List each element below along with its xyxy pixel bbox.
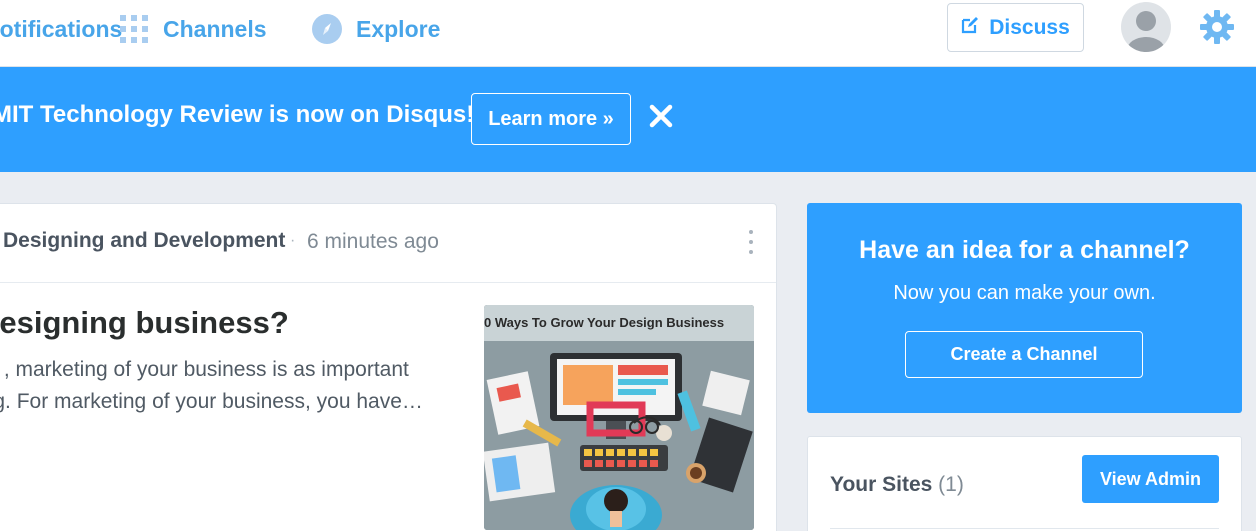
top-nav: Notifications Channels Explore — [0, 0, 1256, 67]
close-icon[interactable] — [648, 103, 674, 129]
your-sites-heading: Your Sites (1) — [830, 473, 964, 497]
nav-notifications[interactable]: Notifications — [0, 12, 122, 46]
post-title[interactable]: Designing business? — [0, 305, 289, 341]
banner-message: MIT Technology Review is now on Disqus! — [0, 101, 475, 128]
promo-subtitle: Now you can make your own. — [893, 282, 1156, 304]
post-excerpt: ss , marketing of your business is as im… — [0, 354, 450, 418]
your-sites-count: (1) — [938, 473, 964, 496]
post-thumbnail[interactable]: 0 Ways To Grow Your Design Business — [484, 305, 754, 530]
nav-explore[interactable]: Explore — [312, 12, 440, 46]
feed-post-card: Designing and Development · 6 minutes ag… — [0, 203, 777, 531]
create-channel-button[interactable]: Create a Channel — [905, 331, 1143, 378]
promo-title: Have an idea for a channel? — [859, 236, 1190, 264]
meta-separator: · — [290, 232, 296, 249]
your-sites-title: Your Sites — [830, 473, 933, 496]
nav-notifications-label: Notifications — [0, 15, 123, 42]
divider — [830, 528, 1219, 529]
announcement-banner: MIT Technology Review is now on Disqus! … — [0, 67, 1256, 172]
post-header: Designing and Development · 6 minutes ag… — [0, 204, 776, 283]
thumbnail-caption: 0 Ways To Grow Your Design Business — [484, 315, 725, 330]
avatar-silhouette-icon — [1127, 11, 1165, 52]
design-workspace-illustration — [484, 305, 754, 530]
nav-channels[interactable]: Channels — [119, 12, 267, 46]
nav-channels-label: Channels — [163, 15, 267, 42]
compass-icon — [312, 14, 342, 44]
post-timestamp[interactable]: 6 minutes ago — [307, 230, 439, 254]
your-sites-panel: Your Sites (1) View Admin — [807, 436, 1242, 531]
grid-icon — [119, 14, 149, 44]
gear-icon[interactable] — [1199, 9, 1235, 45]
more-vertical-icon[interactable] — [747, 230, 755, 254]
learn-more-button[interactable]: Learn more » — [471, 93, 631, 145]
discuss-button-label: Discuss — [989, 15, 1070, 39]
post-excerpt-line: ss , marketing of your business is as im… — [0, 358, 409, 381]
discuss-button[interactable]: Discuss — [947, 3, 1084, 52]
nav-explore-label: Explore — [356, 15, 441, 42]
create-channel-promo: Have an idea for a channel? Now you can … — [807, 203, 1242, 413]
post-excerpt-line: ing. For marketing of your business, you… — [0, 390, 423, 413]
edit-icon — [961, 16, 979, 40]
post-channel-link[interactable]: Designing and Development — [3, 229, 285, 253]
view-admin-button[interactable]: View Admin — [1082, 455, 1219, 503]
avatar[interactable] — [1121, 2, 1171, 52]
